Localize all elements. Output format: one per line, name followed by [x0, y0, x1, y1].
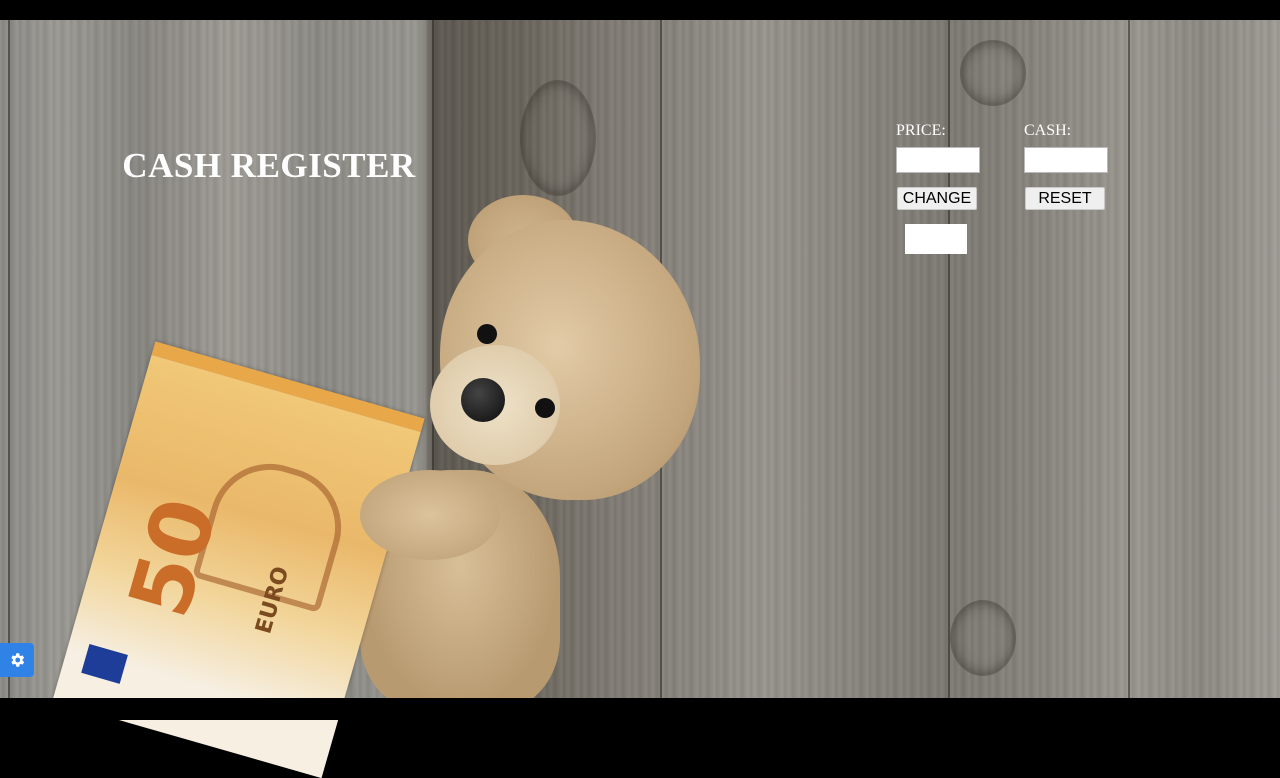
price-label: PRICE: — [896, 122, 946, 139]
reset-button[interactable]: RESET — [1025, 187, 1105, 210]
plank-seam — [1128, 20, 1130, 698]
cash-label: CASH: — [1024, 122, 1072, 139]
price-input[interactable] — [896, 147, 980, 173]
change-button[interactable]: CHANGE — [897, 187, 977, 210]
wood-knot — [520, 80, 596, 196]
wood-knot — [960, 40, 1026, 106]
teddy-bear-paw — [360, 470, 500, 560]
cash-input[interactable] — [1024, 147, 1108, 173]
bottom-black-bar — [0, 698, 1280, 720]
gear-icon — [11, 653, 25, 667]
teddy-bear-eye — [477, 324, 497, 344]
wood-knot — [950, 600, 1016, 676]
top-black-bar — [0, 0, 1280, 20]
plank-seam — [948, 20, 950, 698]
banknote-denomination: 50 — [109, 487, 237, 628]
settings-button[interactable] — [0, 643, 34, 677]
teddy-bear-nose — [461, 378, 505, 422]
page-title: CASH REGISTER — [122, 146, 416, 185]
eu-flag-icon — [81, 643, 128, 684]
teddy-bear-eye — [535, 398, 555, 418]
plank-seam — [8, 20, 10, 698]
change-result-display — [905, 224, 967, 254]
